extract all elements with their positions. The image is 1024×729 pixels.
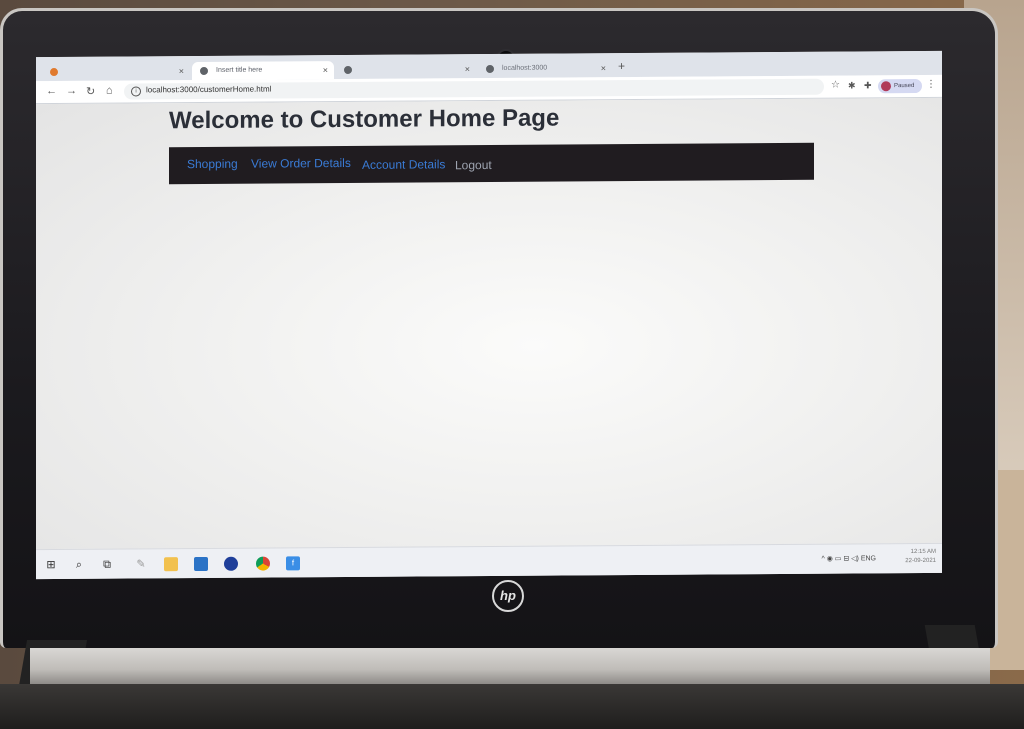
laptop-hinge [30, 648, 990, 684]
reload-icon[interactable]: ↻ [86, 85, 95, 98]
app-icon[interactable] [194, 556, 208, 572]
bookmark-star-icon[interactable]: ☆ [831, 80, 840, 91]
nav-link-view-order-details[interactable]: View Order Details [251, 156, 351, 171]
browser-tab[interactable]: × [336, 60, 476, 79]
browser-menu-icon[interactable]: ⋮ [926, 79, 936, 90]
tab-favicon-icon [50, 68, 58, 77]
new-tab-icon[interactable]: + [618, 59, 625, 73]
extension-icon[interactable]: ✱ [848, 80, 856, 91]
system-tray[interactable]: ^ ◉ ▭ ⊟ ◁) ENG [822, 554, 876, 562]
hp-logo: hp [492, 580, 524, 612]
top-navbar: Shopping View Order Details Account Deta… [169, 142, 814, 185]
input-language[interactable]: ENG [861, 555, 876, 562]
web-page: Welcome to Customer Home Page Shopping V… [36, 97, 942, 550]
browser-tab[interactable]: × [42, 62, 190, 81]
pen-app-icon[interactable]: ✎ [134, 557, 148, 571]
tab-favicon-icon [486, 64, 494, 74]
windows-taskbar: ⊞ ⌕ ⧉ ✎ f ^ ◉ ▭ ⊟ ◁) ENG 12:15 AM 22-09-… [36, 542, 942, 580]
nav-link-shopping[interactable]: Shopping [187, 157, 238, 171]
tab-label: Insert title here [216, 66, 263, 74]
url-text: localhost:3000/customerHome.html [146, 84, 272, 95]
task-view-icon[interactable]: ⧉ [100, 558, 114, 572]
app-round-icon[interactable] [224, 556, 238, 571]
nav-link-account-details[interactable]: Account Details [362, 157, 445, 172]
tab-favicon-icon [344, 65, 352, 75]
clock-date: 22-09-2021 [905, 557, 936, 565]
windows-start-icon[interactable]: ⊞ [44, 558, 58, 572]
tab-favicon-icon [200, 66, 208, 76]
page-title: Welcome to Customer Home Page [169, 104, 560, 135]
tab-label: localhost:3000 [502, 64, 548, 72]
editor-app-icon[interactable]: f [286, 556, 300, 571]
clock-time: 12:15 AM [910, 548, 936, 556]
profile-button[interactable]: Paused [878, 78, 922, 94]
chrome-icon[interactable] [256, 556, 270, 571]
browser-tab-active[interactable]: Insert title here × [192, 61, 334, 81]
laptop-screen: × Insert title here × × localhost:3000 ×… [36, 50, 942, 580]
search-icon[interactable]: ⌕ [72, 558, 86, 572]
laptop-base [0, 684, 1024, 729]
tab-close-icon[interactable]: × [323, 61, 328, 79]
address-bar[interactable]: i localhost:3000/customerHome.html ☆ [124, 78, 840, 100]
clock[interactable]: 12:15 AM 22-09-2021 [905, 548, 936, 566]
site-info-icon[interactable]: i [131, 86, 141, 97]
extensions-puzzle-icon[interactable]: ✚ [864, 80, 872, 91]
tab-close-icon[interactable]: × [465, 60, 470, 78]
forward-arrow-icon[interactable]: → [66, 85, 77, 97]
tab-close-icon[interactable]: × [179, 62, 184, 80]
back-arrow-icon[interactable]: ← [46, 85, 57, 97]
file-explorer-icon[interactable] [164, 557, 178, 572]
browser-tab[interactable]: localhost:3000 × [478, 59, 612, 78]
home-icon[interactable]: ⌂ [106, 85, 113, 97]
tab-close-icon[interactable]: × [601, 59, 606, 77]
nav-link-logout[interactable]: Logout [455, 158, 492, 172]
